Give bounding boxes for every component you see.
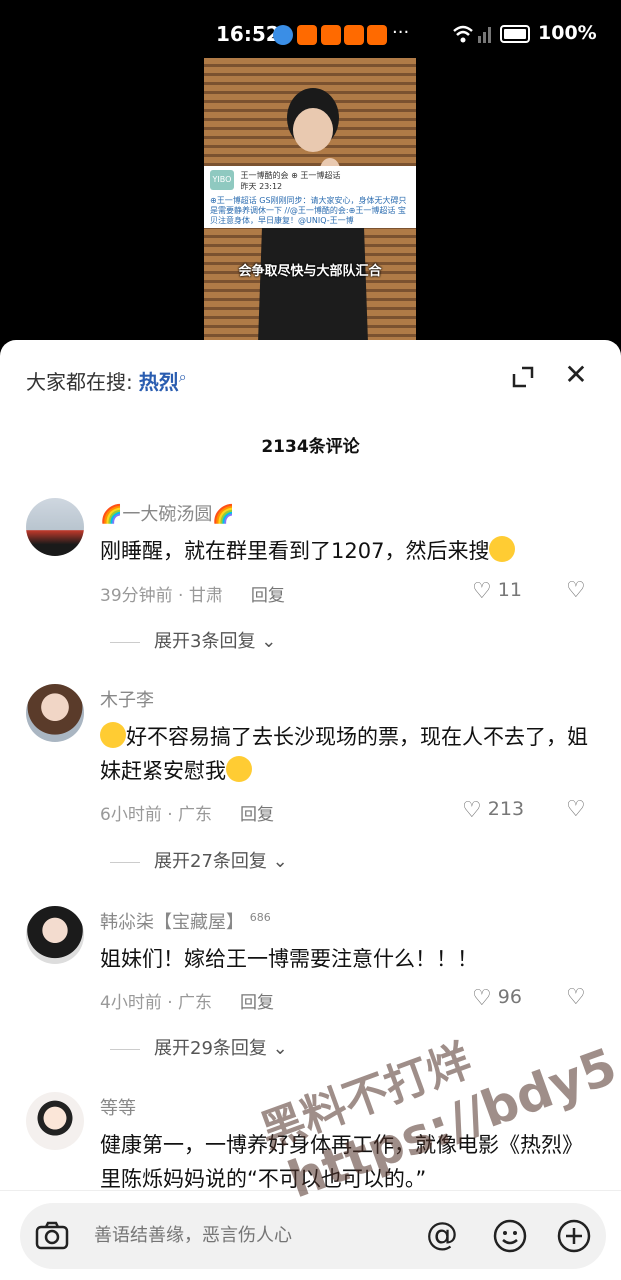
chevron-down-icon: ⌄ [272, 851, 288, 872]
plus-icon[interactable] [556, 1218, 592, 1254]
comment-item: 🌈一大碗汤圆🌈 刚睡醒，就在群里看到了1207，然后来搜 39分钟前 · 甘肃回… [0, 496, 621, 686]
comment-meta: 39分钟前 · 甘肃 回复 [100, 586, 285, 606]
comment-item: 等等 健康第一，一博养好身体再工作，就像电影《热烈》里陈烁妈妈说的“不可以也可以… [0, 1090, 621, 1200]
browser-notification-icon [273, 25, 293, 45]
app-notification-icon [297, 25, 317, 45]
comment-username[interactable]: 等等 [100, 1094, 136, 1120]
status-time: 16:52 [216, 22, 280, 46]
dislike-icon[interactable]: ♡ [566, 578, 586, 603]
battery-icon [500, 25, 530, 43]
avatar[interactable] [26, 906, 84, 964]
like-count: 213 [487, 798, 525, 820]
dislike-icon[interactable]: ♡ [566, 985, 586, 1010]
app-notification-icon [344, 25, 364, 45]
expand-replies[interactable]: 展开3条回复 ⌄ [110, 627, 276, 653]
camera-icon[interactable] [34, 1218, 70, 1254]
comments-sheet: 大家都在搜: 热烈⌕ ✕ 2134条评论 🌈一大碗汤圆🌈 刚睡醒，就在群里看到了1… [0, 340, 621, 1280]
like-count: 96 [497, 986, 522, 1008]
mention-icon[interactable]: @ [426, 1215, 458, 1253]
avatar[interactable] [26, 498, 84, 556]
weibo-screenshot-card: YIBO 王一博酷的会 ⊕ 王一博超话 昨天 23:12 ⊕王一博超话 GS刚刚… [204, 166, 416, 228]
more-notifications-icon: ··· [392, 22, 410, 43]
avatar[interactable] [26, 1092, 84, 1150]
weibo-account: 王一博酷的会 ⊕ 王一博超话 [240, 171, 341, 180]
level-badge: 686 [249, 911, 271, 924]
app-notification-icon [321, 25, 341, 45]
reply-button[interactable]: 回复 [251, 586, 285, 606]
chevron-down-icon: ⌄ [272, 1038, 288, 1059]
comment-text: 健康第一，一博养好身体再工作，就像电影《热烈》里陈烁妈妈说的“不可以也可以的。” [100, 1133, 583, 1191]
wifi-icon [453, 25, 491, 43]
chevron-down-icon: ⌄ [261, 631, 277, 652]
comment-username[interactable]: 🌈一大碗汤圆🌈 [100, 500, 235, 526]
trending-search[interactable]: 大家都在搜: 热烈⌕ [26, 366, 187, 395]
comment-input-container[interactable]: @ [20, 1203, 606, 1269]
status-bar: 16:52 ··· 100% [0, 0, 621, 58]
expand-replies[interactable]: 展开29条回复 ⌄ [110, 1034, 288, 1060]
trending-search-label: 大家都在搜: [26, 370, 133, 394]
heart-icon: ♡ [472, 986, 492, 1011]
avatar[interactable] [26, 684, 84, 742]
like-button[interactable]: ♡ 213 [462, 798, 524, 823]
comment-username[interactable]: 木子李 [100, 686, 154, 712]
comment-item: 韩尛柒【宝藏屋】 686 姐妹们！嫁给王一博需要注意什么！！！ 4小时前 · 广… [0, 904, 621, 1084]
reply-button[interactable]: 回复 [240, 805, 274, 825]
emoji-icon [226, 756, 252, 782]
comment-meta: 6小时前 · 广东 回复 [100, 805, 275, 825]
app-notification-icon [367, 25, 387, 45]
weibo-date: 昨天 23:12 [240, 182, 283, 191]
divider [110, 641, 140, 643]
search-icon: ⌕ [178, 369, 187, 386]
expand-icon[interactable] [510, 364, 536, 390]
comment-meta: 4小时前 · 广东 回复 [100, 993, 275, 1013]
comment-count: 2134条评论 [261, 437, 360, 457]
expand-replies[interactable]: 展开27条回复 ⌄ [110, 847, 288, 873]
battery-percent: 100% [538, 22, 597, 44]
like-count: 11 [497, 579, 522, 601]
weibo-text: ⊕王一博超话 GS刚刚同步：请大家安心，身体无大碍只是需要静养调休一下 //@王… [210, 196, 407, 225]
emoji-picker-icon[interactable] [492, 1218, 528, 1254]
comment-text: 姐妹们！嫁给王一博需要注意什么！！！ [100, 947, 478, 971]
comment-item: 木子李 好不容易搞了去长沙现场的票，现在人不去了，姐妹赶紧安慰我 6小时前 · … [0, 682, 621, 892]
comment-text: 刚睡醒，就在群里看到了1207，然后来搜 [100, 534, 595, 568]
divider [110, 861, 140, 863]
comment-input-bar: @ [0, 1190, 621, 1280]
reply-button[interactable]: 回复 [240, 993, 274, 1013]
trending-search-keyword[interactable]: 热烈 [139, 370, 179, 394]
weibo-logo: YIBO [210, 170, 234, 190]
comment-input[interactable] [94, 1225, 354, 1246]
video-player[interactable]: YIBO 王一博酷的会 ⊕ 王一博超话 昨天 23:12 ⊕王一博超话 GS刚刚… [0, 58, 621, 348]
heart-icon: ♡ [472, 579, 492, 604]
comment-username[interactable]: 韩尛柒【宝藏屋】 686 [100, 908, 271, 934]
video-caption: 会争取尽快与大部队汇合 [238, 264, 382, 279]
close-icon[interactable]: ✕ [563, 361, 589, 389]
emoji-icon [100, 722, 126, 748]
dislike-icon[interactable]: ♡ [566, 797, 586, 822]
heart-icon: ♡ [462, 798, 482, 823]
divider [110, 1048, 140, 1050]
emoji-icon [489, 536, 516, 562]
comment-text: 好不容易搞了去长沙现场的票，现在人不去了，姐妹赶紧安慰我 [100, 720, 595, 788]
like-button[interactable]: ♡ 11 [472, 579, 522, 604]
like-button[interactable]: ♡ 96 [472, 986, 522, 1011]
